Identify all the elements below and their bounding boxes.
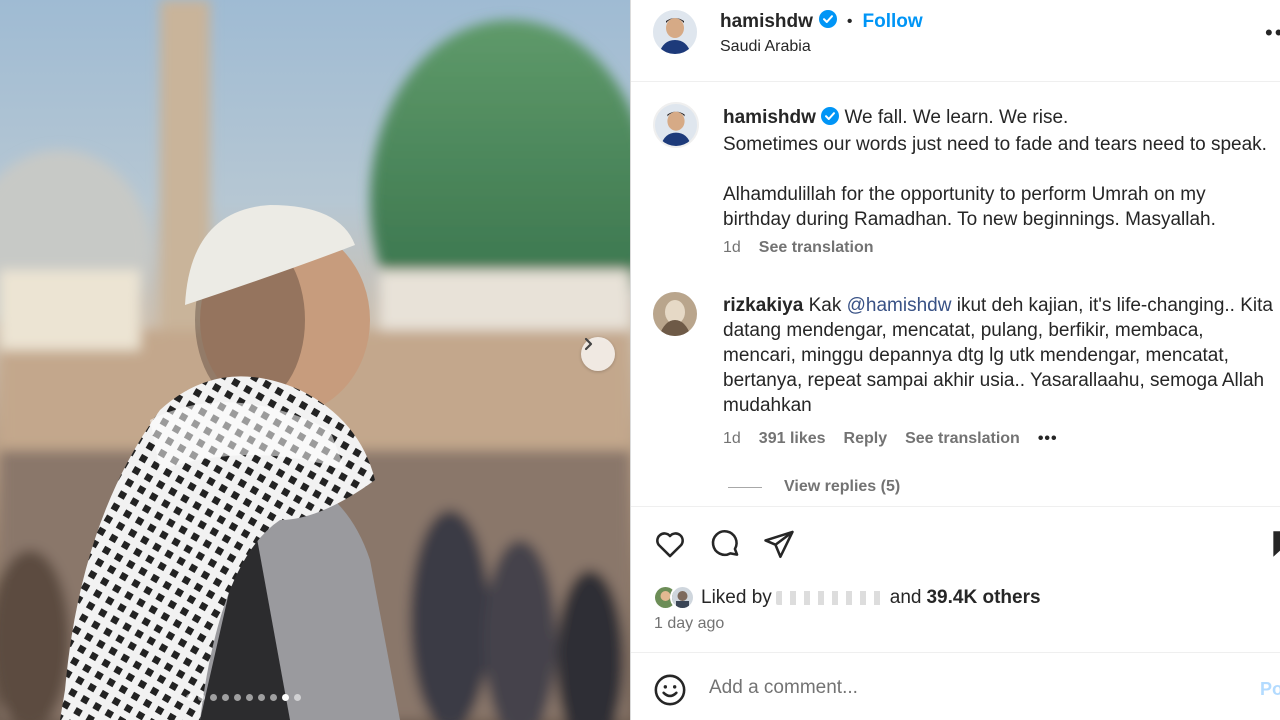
caption-time[interactable]: 1d [723, 239, 741, 257]
commenter-avatar[interactable] [653, 292, 697, 336]
caption-line-2: Sometimes our words just need to fade an… [723, 134, 1267, 155]
emoji-icon[interactable] [653, 673, 687, 712]
verified-badge-icon [818, 10, 837, 33]
post-header: hamishdw • Follow Saudi Arabia ••• [631, 0, 1280, 82]
view-replies-label: View replies (5) [784, 478, 901, 495]
post-media[interactable] [0, 0, 630, 720]
post-panel: hamishdw • Follow Saudi Arabia ••• hamis… [630, 0, 1280, 720]
slide-dot [270, 694, 277, 701]
slide-dot [186, 694, 193, 701]
heart-icon[interactable] [653, 527, 687, 566]
comment-bar: Post [631, 652, 1280, 720]
comment-more-icon[interactable]: ••• [1038, 430, 1058, 448]
view-replies-button[interactable]: View replies (5) [728, 478, 900, 496]
slide-dot [258, 694, 265, 701]
liked-by-and: and [889, 586, 922, 608]
slide-dot [198, 694, 205, 701]
likes-summary: Liked by and 39.4K others [653, 585, 1041, 610]
comment-time[interactable]: 1d [723, 430, 741, 448]
comment-input[interactable] [709, 673, 1229, 703]
caption-line-1: We fall. We learn. We rise. [844, 107, 1069, 128]
comment-mention[interactable]: @hamishdw [847, 295, 952, 316]
comment-icon[interactable] [708, 527, 742, 566]
comment-text-before: Kak [808, 295, 847, 316]
liker-avatar[interactable] [670, 585, 695, 610]
comment-see-translation[interactable]: See translation [905, 430, 1020, 448]
bookmark-icon[interactable] [1269, 527, 1280, 566]
likes-count[interactable]: 39.4K others [926, 587, 1040, 609]
caption-username[interactable]: hamishdw [723, 107, 816, 128]
comment-meta: 1d 391 likes Reply See translation ••• [723, 430, 1058, 448]
slide-dot [294, 694, 301, 701]
slide-indicator [186, 694, 301, 701]
slide-dot [222, 694, 229, 701]
action-bar: Liked by and 39.4K others 1 day ago [631, 506, 1280, 652]
comment-reply-button[interactable]: Reply [844, 430, 888, 448]
verified-badge-icon [821, 107, 840, 132]
post-photo [0, 0, 630, 720]
author-username[interactable]: hamishdw [720, 11, 813, 33]
post-comment-button[interactable]: Post [1260, 679, 1280, 700]
slide-dot [210, 694, 217, 701]
slide-dot [234, 694, 241, 701]
caption-meta: 1d See translation [723, 239, 874, 257]
author-avatar[interactable] [653, 10, 697, 54]
slide-dot [246, 694, 253, 701]
comment-text-after: ikut deh kajian, it's life-changing.. Ki… [723, 295, 1273, 416]
replies-divider [728, 486, 762, 488]
next-slide-button[interactable] [581, 337, 615, 371]
more-options-icon[interactable]: ••• [1265, 20, 1280, 46]
caption-paragraph-2: Alhamdulillah for the opportunity to per… [723, 184, 1216, 230]
slide-dot [282, 694, 289, 701]
post-caption: hamishdw We fall. We learn. We rise. Som… [723, 105, 1278, 232]
liker-name-blurred[interactable] [775, 590, 886, 605]
comment-username[interactable]: rizkakiya [723, 295, 803, 316]
liked-by-label: Liked by [701, 586, 772, 608]
post-time[interactable]: 1 day ago [654, 615, 724, 633]
caption-see-translation[interactable]: See translation [759, 239, 874, 257]
caption-avatar[interactable] [653, 102, 699, 148]
comment-likes[interactable]: 391 likes [759, 430, 826, 448]
follow-button[interactable]: Follow [863, 11, 923, 33]
post-location[interactable]: Saudi Arabia [720, 38, 811, 56]
header-separator: • [846, 12, 853, 30]
comment: rizkakiya Kak @hamishdw ikut deh kajian,… [723, 293, 1273, 418]
share-icon[interactable] [762, 527, 796, 566]
